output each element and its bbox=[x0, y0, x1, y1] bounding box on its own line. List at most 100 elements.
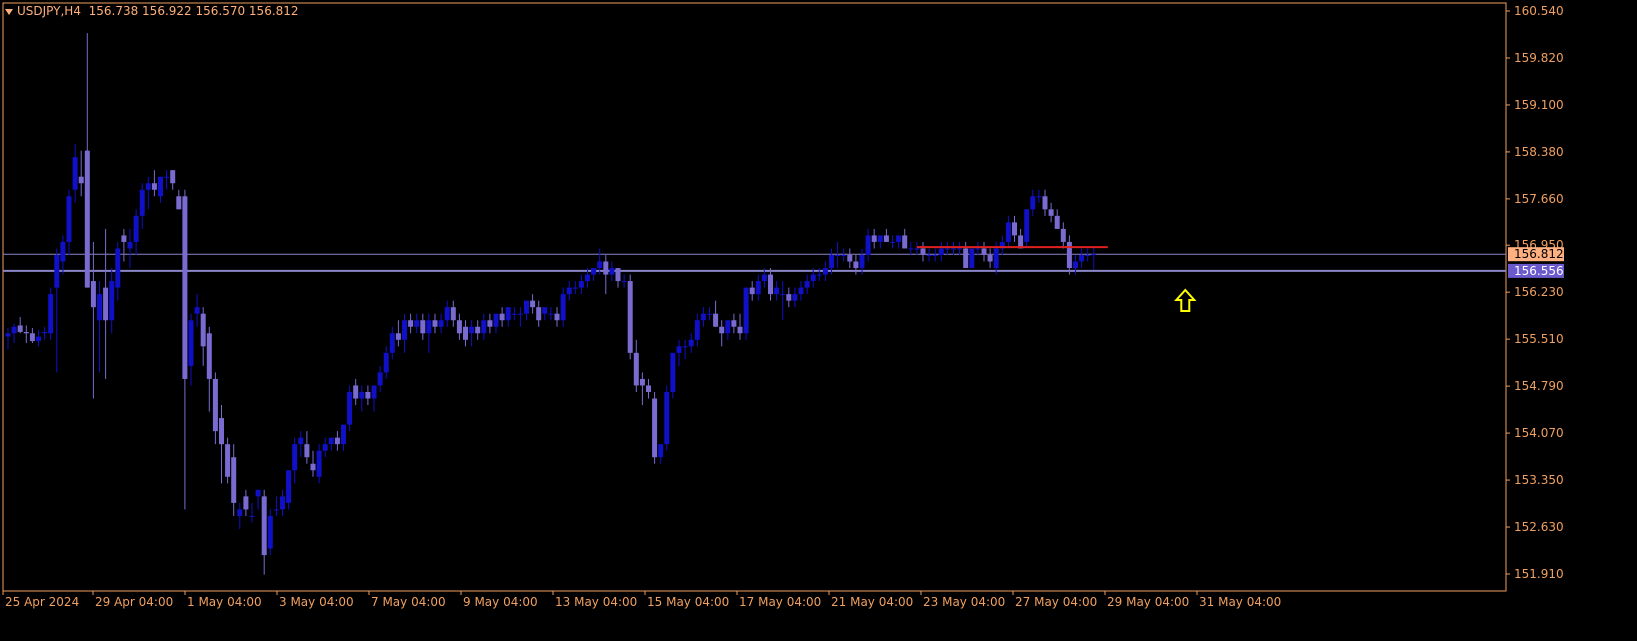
candle bbox=[658, 444, 664, 464]
candle-body bbox=[609, 268, 615, 275]
candle bbox=[243, 489, 249, 516]
y-tick-label: 154.790 bbox=[1514, 379, 1564, 393]
candle bbox=[694, 313, 700, 347]
candle bbox=[572, 281, 578, 295]
candle bbox=[633, 339, 639, 392]
x-tick-label: 7 May 04:00 bbox=[371, 595, 446, 609]
x-tick-label: 15 May 04:00 bbox=[647, 595, 729, 609]
price-axis[interactable]: 160.540159.820159.100158.380157.660156.9… bbox=[1506, 4, 1564, 581]
candle bbox=[883, 228, 889, 242]
candle-body bbox=[963, 248, 969, 269]
candle bbox=[292, 437, 298, 484]
candle-body bbox=[896, 235, 902, 242]
candle bbox=[481, 313, 487, 340]
candle-body bbox=[304, 444, 310, 458]
time-axis[interactable]: 25 Apr 2024 29 Apr 04:00 1 May 04:00 3 May … bbox=[2, 591, 1281, 609]
candle bbox=[237, 502, 243, 529]
candle-body bbox=[633, 352, 639, 386]
candle-body bbox=[877, 235, 883, 242]
candle bbox=[554, 307, 560, 327]
candle bbox=[438, 313, 444, 334]
candle bbox=[206, 326, 212, 412]
x-tick-label: 23 May 04:00 bbox=[923, 595, 1005, 609]
candle bbox=[700, 307, 706, 327]
price-chart[interactable]: 160.540159.820159.100158.380157.660156.9… bbox=[0, 0, 1637, 641]
candle bbox=[469, 320, 475, 347]
candle bbox=[219, 405, 224, 484]
candle bbox=[774, 281, 780, 301]
candle bbox=[1066, 235, 1072, 275]
candle bbox=[877, 235, 883, 249]
candle bbox=[426, 313, 432, 353]
x-tick-label: 27 May 04:00 bbox=[1015, 595, 1097, 609]
candle bbox=[182, 189, 188, 510]
candle-body bbox=[652, 398, 658, 458]
y-tick-label: 159.100 bbox=[1514, 98, 1564, 112]
candle bbox=[97, 281, 102, 373]
candle bbox=[286, 470, 292, 510]
candle bbox=[127, 228, 133, 269]
candle-body bbox=[60, 241, 66, 262]
candle-body bbox=[786, 294, 792, 301]
candle bbox=[145, 176, 151, 210]
chart-frame bbox=[2, 2, 1507, 592]
y-tick-label: 158.380 bbox=[1514, 145, 1564, 159]
candle bbox=[1036, 189, 1042, 203]
candle bbox=[798, 281, 804, 301]
candle bbox=[1079, 248, 1085, 269]
candle-body bbox=[151, 183, 157, 190]
candle bbox=[865, 228, 871, 262]
candle bbox=[66, 189, 72, 255]
candle bbox=[688, 333, 694, 353]
candle-body bbox=[853, 261, 859, 269]
candle-body bbox=[11, 326, 17, 334]
candle-body bbox=[700, 313, 706, 321]
candle-body bbox=[670, 352, 676, 392]
candle-body bbox=[920, 248, 926, 255]
candle bbox=[511, 307, 517, 321]
candle-body bbox=[17, 325, 23, 332]
candle-body bbox=[182, 196, 188, 379]
candle-body bbox=[658, 444, 664, 458]
candle bbox=[719, 320, 725, 347]
candle-body bbox=[1005, 222, 1011, 242]
candle-body bbox=[200, 313, 206, 347]
candle-body bbox=[585, 274, 590, 282]
candle bbox=[121, 228, 127, 262]
candle-body bbox=[524, 300, 529, 314]
candle bbox=[456, 313, 462, 340]
x-tick-label: 25 Apr 2024 bbox=[5, 595, 79, 609]
candle-body bbox=[822, 268, 828, 275]
candle bbox=[932, 248, 938, 262]
candle-body bbox=[938, 248, 944, 255]
candle bbox=[780, 281, 786, 321]
candle bbox=[158, 176, 163, 203]
plot-border bbox=[2, 2, 1507, 592]
candle bbox=[499, 307, 505, 327]
candle-body bbox=[353, 385, 359, 399]
candle bbox=[194, 294, 200, 327]
candle-body bbox=[219, 418, 224, 445]
candle bbox=[273, 496, 279, 516]
candle-body bbox=[438, 320, 444, 327]
candle bbox=[969, 248, 975, 269]
candle-body bbox=[987, 254, 993, 262]
y-tick-label: 153.350 bbox=[1514, 473, 1564, 487]
candle bbox=[682, 339, 688, 360]
candle bbox=[17, 316, 23, 334]
candle bbox=[1018, 228, 1024, 249]
candle-body bbox=[749, 287, 755, 295]
candle-body bbox=[755, 281, 761, 295]
up-arrow-icon[interactable] bbox=[1174, 288, 1197, 312]
candle-body bbox=[969, 248, 975, 269]
candle-body bbox=[548, 313, 554, 315]
candle-body bbox=[914, 248, 920, 250]
candle bbox=[139, 183, 145, 229]
candle-body bbox=[682, 346, 688, 348]
y-tick-label: 152.630 bbox=[1514, 520, 1564, 534]
candle-body bbox=[72, 157, 78, 190]
candle bbox=[371, 385, 377, 412]
candle-body bbox=[713, 313, 719, 327]
candle-body bbox=[371, 385, 377, 399]
candle-body bbox=[188, 320, 194, 366]
